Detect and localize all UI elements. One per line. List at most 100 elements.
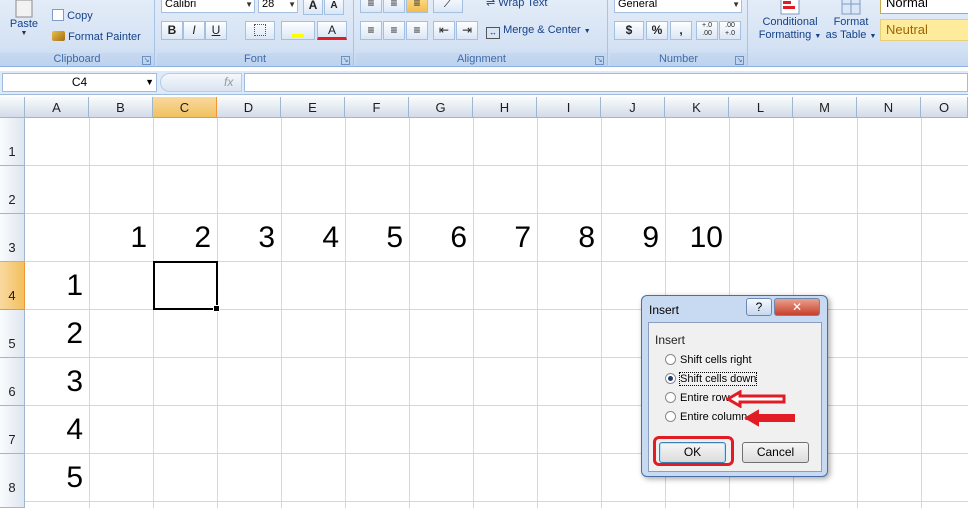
- align-right-button[interactable]: ≡: [406, 21, 428, 40]
- comma-button[interactable]: ,: [670, 21, 692, 40]
- cancel-button[interactable]: Cancel: [742, 442, 809, 463]
- help-button[interactable]: ?: [746, 298, 772, 316]
- format-painter-button[interactable]: Format Painter: [52, 31, 141, 43]
- align-bottom-button[interactable]: ≡: [406, 0, 428, 13]
- cell-b3[interactable]: 1: [91, 221, 147, 255]
- cell-a7[interactable]: 4: [27, 413, 83, 447]
- align-top-button[interactable]: ≡: [360, 0, 382, 13]
- row-header-5[interactable]: 5: [0, 310, 25, 358]
- row-header-4[interactable]: 4: [0, 262, 25, 310]
- cell-f3[interactable]: 5: [347, 221, 403, 255]
- column-header-o[interactable]: O: [921, 97, 968, 118]
- column-header-l[interactable]: L: [729, 97, 793, 118]
- align-middle-button[interactable]: ≡: [383, 0, 405, 13]
- decrease-decimal-button[interactable]: .00 +.0: [719, 21, 741, 40]
- cell-i3[interactable]: 8: [539, 221, 595, 255]
- column-header-i[interactable]: I: [537, 97, 601, 118]
- name-box[interactable]: C4 ▼: [2, 73, 157, 92]
- increase-decimal-button[interactable]: +.0 .00: [696, 21, 718, 40]
- style-normal[interactable]: Normal: [880, 0, 968, 14]
- cell-c3[interactable]: 2: [155, 221, 211, 255]
- copy-button[interactable]: Copy: [52, 9, 93, 22]
- cell-h3[interactable]: 7: [475, 221, 531, 255]
- gridline: [601, 118, 602, 508]
- radio-entire-column[interactable]: [665, 411, 676, 422]
- wrap-text-button[interactable]: ⇌ Wrap Text: [486, 0, 547, 9]
- cell-e3[interactable]: 4: [283, 221, 339, 255]
- number-group-label: Number: [610, 53, 747, 66]
- italic-button[interactable]: I: [183, 21, 205, 40]
- font-launcher-icon[interactable]: ↘: [341, 56, 350, 65]
- row-header-3[interactable]: 3: [0, 214, 25, 262]
- paste-icon: [15, 0, 33, 18]
- cell-a5[interactable]: 2: [27, 317, 83, 351]
- radio-shift-cells-down[interactable]: [665, 373, 676, 384]
- paste-button[interactable]: Paste ▼: [4, 0, 44, 50]
- clipboard-launcher-icon[interactable]: ↘: [142, 56, 151, 65]
- radio-shift-cells-right[interactable]: [665, 354, 676, 365]
- number-format-select[interactable]: General ▼: [614, 0, 742, 13]
- underline-button[interactable]: U: [205, 21, 227, 40]
- cell-d3[interactable]: 3: [219, 221, 275, 255]
- format-as-table-button[interactable]: Format as Table ▼: [824, 0, 878, 43]
- column-header-h[interactable]: H: [473, 97, 537, 118]
- active-cell-c4[interactable]: [153, 261, 220, 312]
- column-header-d[interactable]: D: [217, 97, 281, 118]
- option-shift-cells-down[interactable]: Shift cells down: [665, 372, 758, 387]
- conditional-formatting-button[interactable]: Conditional Formatting ▼: [754, 0, 826, 43]
- column-header-a[interactable]: A: [25, 97, 89, 118]
- number-launcher-icon[interactable]: ↘: [735, 56, 744, 65]
- cell-j3[interactable]: 9: [603, 221, 659, 255]
- borders-button[interactable]: [245, 21, 275, 40]
- option-entire-column[interactable]: Entire column: [665, 410, 747, 425]
- cell-a4[interactable]: 1: [27, 269, 83, 303]
- orientation-button[interactable]: ⟋: [433, 0, 463, 13]
- radio-entire-row[interactable]: [665, 392, 676, 403]
- shrink-font-button[interactable]: A: [324, 0, 344, 15]
- option-entire-row[interactable]: Entire row: [665, 391, 730, 406]
- alignment-launcher-icon[interactable]: ↘: [595, 56, 604, 65]
- column-header-g[interactable]: G: [409, 97, 473, 118]
- gridline: [25, 165, 968, 166]
- increase-indent-button[interactable]: ⇥: [456, 21, 478, 40]
- style-neutral[interactable]: Neutral: [880, 19, 968, 41]
- column-header-e[interactable]: E: [281, 97, 345, 118]
- formula-input[interactable]: [244, 73, 968, 92]
- select-all-corner[interactable]: [0, 97, 25, 118]
- row-header-7[interactable]: 7: [0, 406, 25, 454]
- cell-k3[interactable]: 10: [667, 221, 723, 255]
- font-name-select[interactable]: Calibri ▼: [161, 0, 255, 13]
- fx-icon[interactable]: fx: [224, 75, 233, 89]
- option-label: Entire row: [680, 392, 730, 404]
- font-size-select[interactable]: 28 ▼: [258, 0, 298, 13]
- row-header-2[interactable]: 2: [0, 166, 25, 214]
- column-header-k[interactable]: K: [665, 97, 729, 118]
- merge-center-button[interactable]: ↔ Merge & Center ▼: [486, 24, 591, 39]
- cell-a6[interactable]: 3: [27, 365, 83, 399]
- row-header-6[interactable]: 6: [0, 358, 25, 406]
- percent-button[interactable]: %: [646, 21, 668, 40]
- chevron-down-icon: ▼: [869, 33, 877, 40]
- grow-font-button[interactable]: A: [303, 0, 323, 15]
- decrease-indent-button[interactable]: ⇤: [433, 21, 455, 40]
- align-center-button[interactable]: ≡: [383, 21, 405, 40]
- close-button[interactable]: ✕: [774, 298, 820, 316]
- currency-button[interactable]: $: [614, 21, 644, 40]
- column-header-m[interactable]: M: [793, 97, 857, 118]
- column-header-j[interactable]: J: [601, 97, 665, 118]
- number-group: General ▼ $ % , +.0 .00 .00 +.0 Number ↘: [610, 0, 748, 67]
- fill-color-button[interactable]: [281, 21, 315, 40]
- column-header-n[interactable]: N: [857, 97, 921, 118]
- font-color-button[interactable]: A: [317, 21, 347, 40]
- row-header-1[interactable]: 1: [0, 118, 25, 166]
- cell-g3[interactable]: 6: [411, 221, 467, 255]
- align-left-button[interactable]: ≡: [360, 21, 382, 40]
- cell-a8[interactable]: 5: [27, 461, 83, 495]
- option-shift-cells-right[interactable]: Shift cells right: [665, 353, 752, 368]
- row-header-8[interactable]: 8: [0, 454, 25, 508]
- bold-button[interactable]: B: [161, 21, 183, 40]
- gridline: [537, 118, 538, 508]
- column-header-c[interactable]: C: [153, 97, 217, 118]
- column-header-f[interactable]: F: [345, 97, 409, 118]
- column-header-b[interactable]: B: [89, 97, 153, 118]
